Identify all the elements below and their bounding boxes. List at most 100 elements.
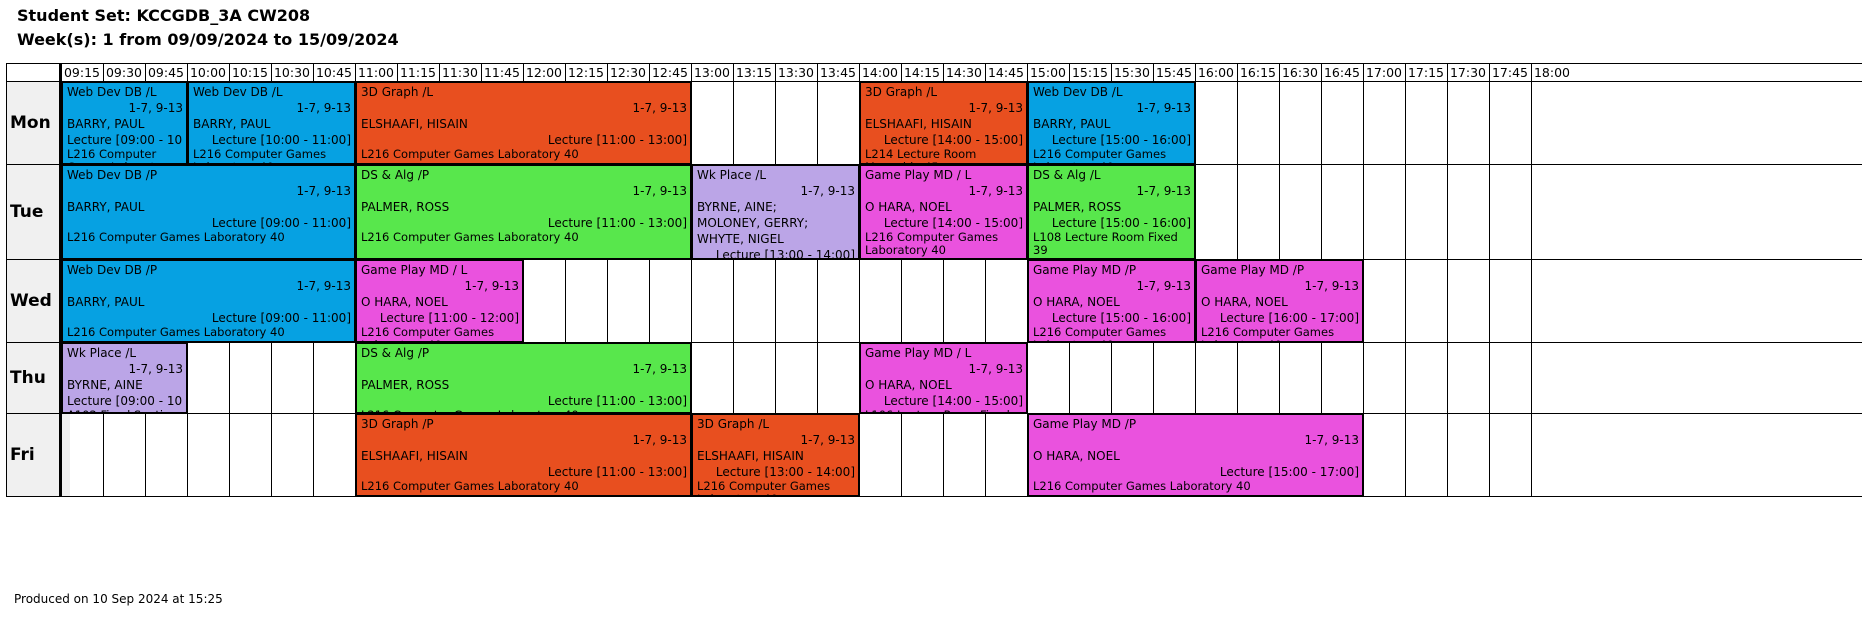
class-session[interactable]: Game Play MD /P 1-7, 9-13 O HARA, NOEL Lect… (1028, 260, 1195, 342)
session-weeks: 1-7, 9-13 (1136, 279, 1191, 293)
session-title: 3D Graph /L (697, 417, 770, 431)
session-room: L108 Lecture Room Fixed 39 (1033, 231, 1178, 257)
grid-line (1489, 63, 1490, 496)
class-session[interactable]: Web Dev DB /P 1-7, 9-13 BARRY, PAUL Lecture… (62, 260, 355, 342)
class-session[interactable]: Game Play MD / L 1-7, 9-13 O HARA, NOEL Lec… (356, 260, 523, 342)
session-type-time: Lecture [11:00 - 13:00] (547, 133, 687, 147)
grid-line (1531, 63, 1532, 496)
session-weeks: 1-7, 9-13 (296, 184, 351, 198)
class-session[interactable]: Wk Place /L 1-7, 9-13 BYRNE, AINE Lecture [… (62, 343, 187, 413)
class-session[interactable]: 3D Graph /P 1-7, 9-13 ELSHAAFI, HISAIN Lect… (356, 414, 691, 496)
session-room: A102 Fixed Seating (67, 409, 183, 412)
session-room: L216 Computer Games Laboratory 40 (1033, 480, 1251, 493)
session-weeks: 1-7, 9-13 (800, 433, 855, 447)
time-label: 15:15 (1071, 65, 1109, 80)
session-weeks: 1-7, 9-13 (1136, 101, 1191, 115)
session-staff: PALMER, ROSS (1033, 200, 1122, 214)
session-staff: BARRY, PAUL (67, 117, 145, 131)
session-staff: BARRY, PAUL (67, 200, 145, 214)
session-type-time: Lecture [11:00 - 13:00] (547, 465, 687, 479)
session-type-time: Lecture [14:00 - 15:00] (883, 133, 1023, 147)
session-staff: PALMER, ROSS (361, 200, 450, 214)
time-label: 13:15 (735, 65, 773, 80)
session-title: Web Dev DB /L (67, 85, 157, 99)
time-label: 10:00 (189, 65, 227, 80)
session-weeks: 1-7, 9-13 (296, 101, 351, 115)
session-type-time: Lecture [13:00 - 14:00] (715, 465, 855, 479)
session-title: DS & Alg /L (1033, 168, 1101, 182)
session-room: L216 Computer Games Laboratory 40 (697, 480, 831, 495)
session-room: L216 Computer Games Laboratory 40 (361, 480, 579, 493)
weeks-range: Week(s): 1 from 09/09/2024 to 15/09/2024 (17, 30, 399, 49)
grid-line (1363, 63, 1364, 496)
session-type-time: Lecture [09:00 - 11:00] (211, 216, 351, 230)
session-type-time: Lecture [11:00 - 12:00] (379, 311, 519, 325)
session-title: Wk Place /L (697, 168, 767, 182)
student-set-title: Student Set: KCCGDB_3A CW208 (17, 6, 311, 25)
session-type-time: Lecture [10:00 - 11:00] (211, 133, 351, 147)
class-session[interactable]: DS & Alg /P 1-7, 9-13 PALMER, ROSS Lecture … (356, 343, 691, 413)
time-label: 09:15 (63, 65, 101, 80)
class-session[interactable]: Game Play MD /P 1-7, 9-13 O HARA, NOEL Lect… (1196, 260, 1363, 342)
session-room: L216 Computer Games Laboratory 40 (1033, 326, 1167, 341)
class-session[interactable]: Game Play MD /P 1-7, 9-13 O HARA, NOEL Lect… (1028, 414, 1363, 496)
session-weeks: 1-7, 9-13 (1304, 279, 1359, 293)
time-label: 13:30 (777, 65, 815, 80)
session-room: L216 Computer Games Laboratory 40 (1033, 148, 1167, 163)
session-weeks: 1-7, 9-13 (632, 433, 687, 447)
session-staff: BARRY, PAUL (67, 295, 145, 309)
session-weeks: 1-7, 9-13 (632, 101, 687, 115)
time-label: 11:30 (441, 65, 479, 80)
timetable-header: Student Set: KCCGDB_3A CW208 Week(s): 1 … (17, 4, 399, 52)
class-session[interactable]: Wk Place /L 1-7, 9-13 BYRNE, AINE; MOLONEY,… (692, 165, 859, 259)
time-label: 14:30 (945, 65, 983, 80)
class-session[interactable]: DS & Alg /P 1-7, 9-13 PALMER, ROSS Lecture … (356, 165, 691, 259)
session-room: L216 Computer Games Laboratory 40 (193, 148, 327, 163)
session-title: Game Play MD / L (865, 168, 972, 182)
time-label: 14:00 (861, 65, 899, 80)
session-title: Web Dev DB /P (67, 263, 158, 277)
session-staff: O HARA, NOEL (1033, 449, 1120, 463)
time-label: 11:00 (357, 65, 395, 80)
session-staff: O HARA, NOEL (1033, 295, 1120, 309)
class-session[interactable]: Game Play MD / L 1-7, 9-13 O HARA, NOEL Lec… (860, 165, 1027, 259)
class-session[interactable]: Web Dev DB /L 1-7, 9-13 BARRY, PAUL Lecture… (1028, 82, 1195, 164)
session-room: L216 Computer Games Laboratory 40 (361, 409, 687, 412)
time-label: 12:00 (525, 65, 563, 80)
session-title: DS & Alg /P (361, 168, 430, 182)
time-label: 17:45 (1491, 65, 1529, 80)
time-label: 15:00 (1029, 65, 1067, 80)
time-label: 15:30 (1113, 65, 1151, 80)
class-session[interactable]: Web Dev DB /P 1-7, 9-13 BARRY, PAUL Lecture… (62, 165, 355, 259)
class-session[interactable]: 3D Graph /L 1-7, 9-13 ELSHAAFI, HISAIN Lect… (860, 82, 1027, 164)
time-label: 18:00 (1533, 65, 1571, 80)
class-session[interactable]: Web Dev DB /L 1-7, 9-13 BARRY, PAUL Lecture… (62, 82, 187, 164)
class-session[interactable]: DS & Alg /L 1-7, 9-13 PALMER, ROSS Lecture … (1028, 165, 1195, 259)
time-label: 16:30 (1281, 65, 1319, 80)
grid-line (6, 63, 7, 496)
session-title: Game Play MD / L (361, 263, 468, 277)
class-session[interactable]: Game Play MD / L 1-7, 9-13 O HARA, NOEL Lec… (860, 343, 1027, 413)
session-title: Game Play MD /P (1201, 263, 1305, 277)
session-type-time: Lecture [15:00 - 17:00] (1219, 465, 1359, 479)
session-type-time: Lecture [09:00 - 11:00] (211, 311, 351, 325)
time-label: 13:00 (693, 65, 731, 80)
grid-line (6, 496, 1862, 497)
time-label: 09:30 (105, 65, 143, 80)
session-staff: O HARA, NOEL (361, 295, 448, 309)
grid-line (6, 63, 1862, 64)
session-weeks: 1-7, 9-13 (128, 362, 183, 376)
class-session[interactable]: Web Dev DB /L 1-7, 9-13 BARRY, PAUL Lecture… (188, 82, 355, 164)
session-room: L216 Computer Games Laboratory 40 (361, 148, 579, 161)
session-room: L106 Lecture Room Fixed 33 (865, 409, 1023, 412)
time-label: 17:30 (1449, 65, 1487, 80)
session-room: L214 Lecture Room Moveable 45 (865, 148, 977, 163)
class-session[interactable]: 3D Graph /L 1-7, 9-13 ELSHAAFI, HISAIN Lect… (356, 82, 691, 164)
class-session[interactable]: 3D Graph /L 1-7, 9-13 ELSHAAFI, HISAIN Lect… (692, 414, 859, 496)
time-label: 17:15 (1407, 65, 1445, 80)
session-type-time: Lecture [13:00 - 14:00] (715, 248, 855, 259)
session-weeks: 1-7, 9-13 (968, 184, 1023, 198)
session-title: Game Play MD / L (865, 346, 972, 360)
session-title: Web Dev DB /L (1033, 85, 1123, 99)
session-weeks: 1-7, 9-13 (632, 362, 687, 376)
